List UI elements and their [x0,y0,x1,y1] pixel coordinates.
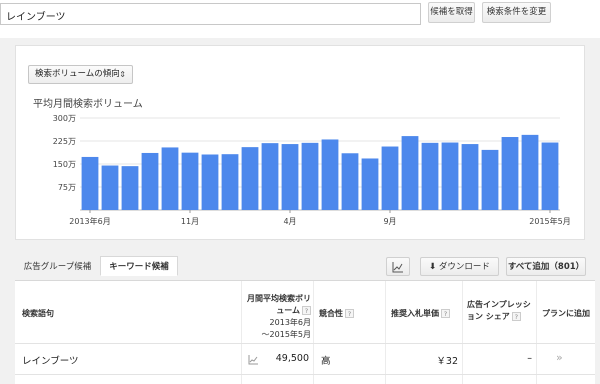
bar [281,144,299,210]
x-tick-label: 2013年6月 [69,216,110,226]
bar [241,147,259,210]
header-volume-line4: 〜2015年5月 [261,330,311,339]
row-volume: 49,500 [275,353,309,364]
search-input[interactable]: レインブーツ [0,3,421,25]
header-competition-label: 競合性 [319,309,343,318]
add-to-plan-icon[interactable]: » [556,351,563,364]
header-keyword[interactable]: 検索語句 [22,308,54,320]
line-chart-icon [392,262,403,273]
keyword-table: 検索語句 月間平均検索ボリ ューム? 2013年6月 〜2015年5月 競合性?… [15,280,595,384]
bar [401,136,419,210]
bar [441,142,459,210]
bar [381,146,399,210]
get-ideas-button[interactable]: 候補を取得 [428,2,475,23]
bar [301,142,319,210]
bar [141,152,159,210]
chart-toggle-button[interactable] [386,257,410,276]
bar [221,154,239,210]
x-tick-label: 11月 [181,217,199,226]
bar [541,142,559,210]
header-share-line1: 広告インプレッシ [467,300,531,309]
updown-chevron-icon: ⇕ [119,70,126,79]
header-volume-line1: 月間平均検索ボリ [247,294,311,303]
bar [481,149,499,210]
header-ad-share[interactable]: 広告インプレッシ ョン シェア? [467,299,533,323]
download-icon: ⬇ [429,262,437,272]
bar [461,144,479,210]
help-icon[interactable]: ? [511,312,521,321]
bar [521,134,539,210]
tab-keyword-ideas[interactable]: キーワード候補 [100,256,178,276]
header-bid-label: 推奨入札単価 [391,309,439,318]
bar [201,154,219,210]
bar [361,158,379,210]
y-tick-label: 225万 [53,137,76,146]
tab-ad-group-ideas[interactable]: 広告グループ候補 [15,256,100,276]
header-share-line2: ョン シェア [467,312,510,321]
add-all-button[interactable]: すべて追加（801） [506,257,586,276]
bar [101,165,119,210]
y-tick-label: 75万 [58,183,76,192]
header-competition[interactable]: 競合性? [319,308,354,320]
row-bid: ￥32 [436,356,458,367]
bar [121,166,139,210]
x-tick-label: 4月 [283,217,296,226]
table-row[interactable]: レインブーツ 49,500 高 ￥32 – » [15,343,595,375]
y-tick-label: 150万 [53,160,76,169]
trend-select-label: 検索ボリュームの傾向 [35,69,120,79]
bar [341,153,359,210]
bar [161,147,179,210]
row-keyword: レインブーツ [22,356,79,367]
help-icon[interactable]: ? [441,309,450,318]
bar [261,143,279,210]
trend-select[interactable]: 検索ボリュームの傾向 ⇕ [28,65,133,84]
y-tick-label: 300万 [53,114,76,123]
chart-title: 平均月間検索ボリューム [33,99,143,110]
bar [81,156,99,210]
change-criteria-button[interactable]: 検索条件を変更 [482,2,551,23]
x-tick-label: 9月 [383,217,396,226]
trend-chart-icon[interactable] [248,355,259,365]
bar [421,142,439,210]
download-button[interactable]: ⬇ ダウンロード [420,257,499,276]
download-label: ダウンロード [438,262,490,272]
header-add-to-plan: プランに追加 [542,309,590,318]
help-icon[interactable]: ? [345,309,354,318]
row-ad-share: – [527,353,532,364]
header-volume-line3: 2013年6月 [269,318,311,327]
bar [181,152,199,210]
header-suggested-bid[interactable]: 推奨入札単価? [391,308,450,320]
help-icon[interactable]: ? [302,306,311,315]
volume-bar-chart: 300万 225万 150万 75万 2013年6月 11月 4月 9月 2015年5月 [53,114,570,226]
x-tick-label: 2015年5月 [529,216,570,226]
header-volume-line2: ューム [276,306,300,315]
header-monthly-volume[interactable]: 月間平均検索ボリ ューム? 2013年6月 〜2015年5月 [241,293,311,341]
bar [321,139,339,210]
bar [501,137,519,210]
row-competition: 高 [321,356,331,367]
